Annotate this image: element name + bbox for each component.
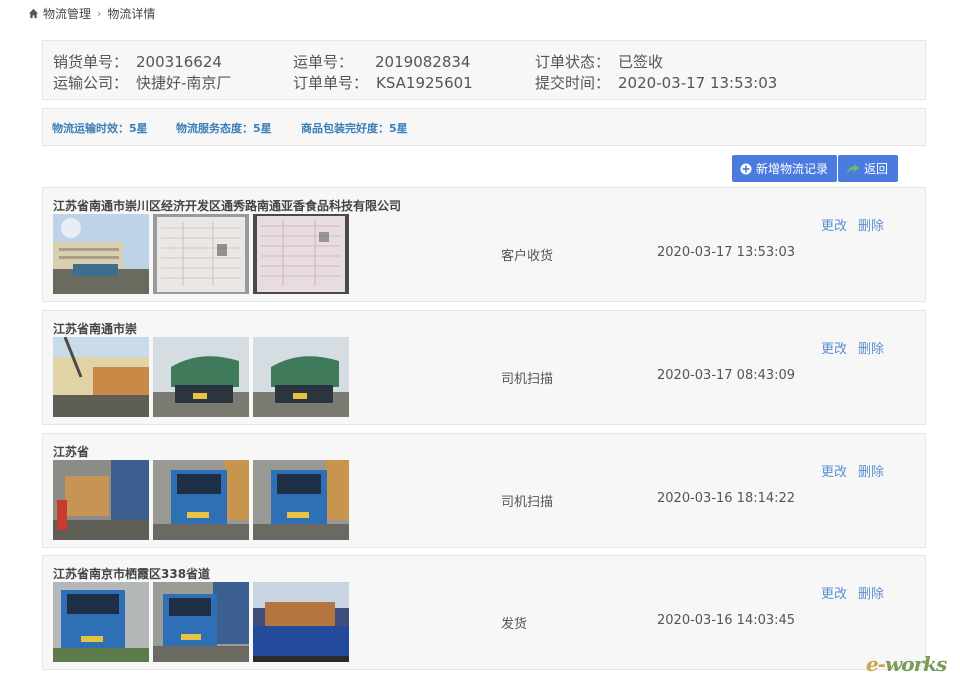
- breadcrumb-logistics-detail: 物流详情: [107, 7, 156, 21]
- carrier-value: 快捷好-南京厂: [136, 74, 232, 92]
- sales-no-value: 200316624: [136, 53, 222, 71]
- logistics-record: 江苏省南通市崇 司机扫描 2020-03-17 08:43:09 更改 删除: [42, 310, 926, 425]
- record-photo-truck-rear-2[interactable]: [253, 337, 349, 417]
- record-action: 客户收货: [501, 249, 554, 264]
- record-address: 江苏省南通市崇: [53, 322, 138, 336]
- breadcrumb: 物流管理 › 物流详情: [28, 5, 155, 22]
- edit-link[interactable]: 更改: [821, 215, 847, 234]
- eworks-watermark-logo: e-works: [866, 652, 947, 676]
- logistics-record: 江苏省南京市栖霞区338省道 发货 2020-03-16 14:03:45 更改…: [42, 555, 926, 670]
- delete-link[interactable]: 删除: [858, 338, 884, 357]
- record-photo-receipt-2[interactable]: [253, 214, 349, 294]
- rating-packaging: 商品包装完好度：5星: [301, 122, 408, 135]
- share-arrow-icon: [847, 163, 859, 174]
- chevron-right-icon: ›: [97, 7, 102, 20]
- record-address: 江苏省南京市栖霞区338省道: [53, 567, 211, 581]
- record-time: 2020-03-17 08:43:09: [657, 368, 796, 383]
- record-photo-loading-dock[interactable]: [53, 460, 149, 540]
- record-action: 司机扫描: [501, 495, 554, 510]
- back-button[interactable]: 返回: [838, 155, 898, 182]
- plus-circle-icon: [740, 163, 752, 174]
- order-status-field: 订单状态： 已签收: [535, 53, 664, 71]
- waybill-value: 2019082834: [375, 53, 471, 71]
- waybill-field: 运单号： 2019082834: [293, 53, 471, 71]
- edit-link[interactable]: 更改: [821, 583, 847, 602]
- logistics-record: 江苏省 司机扫描 2020-03-16 18:14:22 更改 删除: [42, 433, 926, 548]
- submit-time-field: 提交时间： 2020-03-17 13:53:03: [535, 74, 778, 92]
- record-address: 江苏省南通市崇川区经济开发区通秀路南通亚香食品科技有限公司: [53, 199, 402, 213]
- delete-link[interactable]: 删除: [858, 583, 884, 602]
- record-photo-blue-truck-2[interactable]: [253, 460, 349, 540]
- order-status-value: 已签收: [618, 53, 664, 71]
- record-action: 司机扫描: [501, 372, 554, 387]
- record-photo-receipt[interactable]: [153, 214, 249, 294]
- logistics-record: 江苏省南通市崇川区经济开发区通秀路南通亚香食品科技有限公司 客户收货 2020-…: [42, 187, 926, 302]
- add-logistics-record-button[interactable]: 新增物流记录: [732, 155, 837, 182]
- rating-timeliness: 物流运输时效：5星: [52, 122, 148, 135]
- edit-link[interactable]: 更改: [821, 338, 847, 357]
- rating-panel: 物流运输时效：5星 物流服务态度：5星 商品包装完好度：5星: [42, 108, 926, 146]
- record-time: 2020-03-16 14:03:45: [657, 613, 796, 628]
- rating-service: 物流服务态度：5星: [176, 122, 272, 135]
- order-info-panel: 销货单号： 200316624 运单号： 2019082834 订单状态： 已签收 运…: [42, 40, 926, 100]
- order-no-value: KSA1925601: [376, 74, 473, 92]
- record-photo-factory[interactable]: [53, 214, 149, 294]
- order-no-field: 订单单号： KSA1925601: [293, 74, 473, 92]
- record-photo-truck-loading[interactable]: [153, 582, 249, 662]
- sales-no-field: 销货单号： 200316624: [53, 53, 222, 71]
- record-time: 2020-03-16 18:14:22: [657, 491, 796, 506]
- breadcrumb-logistics-management[interactable]: 物流管理: [43, 5, 91, 22]
- record-photo-truck-rear[interactable]: [153, 337, 249, 417]
- home-icon[interactable]: [28, 8, 39, 19]
- record-time: 2020-03-17 13:53:03: [657, 245, 796, 260]
- record-photo-unloading[interactable]: [53, 337, 149, 417]
- record-photo-blue-truck-front[interactable]: [53, 582, 149, 662]
- submit-time-value: 2020-03-17 13:53:03: [618, 74, 778, 92]
- record-photo-flatbed-cargo[interactable]: [253, 582, 349, 662]
- delete-link[interactable]: 删除: [858, 461, 884, 480]
- carrier-field: 运输公司： 快捷好-南京厂: [53, 74, 232, 92]
- record-photo-blue-truck[interactable]: [153, 460, 249, 540]
- record-action: 发货: [501, 617, 528, 632]
- edit-link[interactable]: 更改: [821, 461, 847, 480]
- delete-link[interactable]: 删除: [858, 215, 884, 234]
- record-address: 江苏省: [53, 445, 90, 459]
